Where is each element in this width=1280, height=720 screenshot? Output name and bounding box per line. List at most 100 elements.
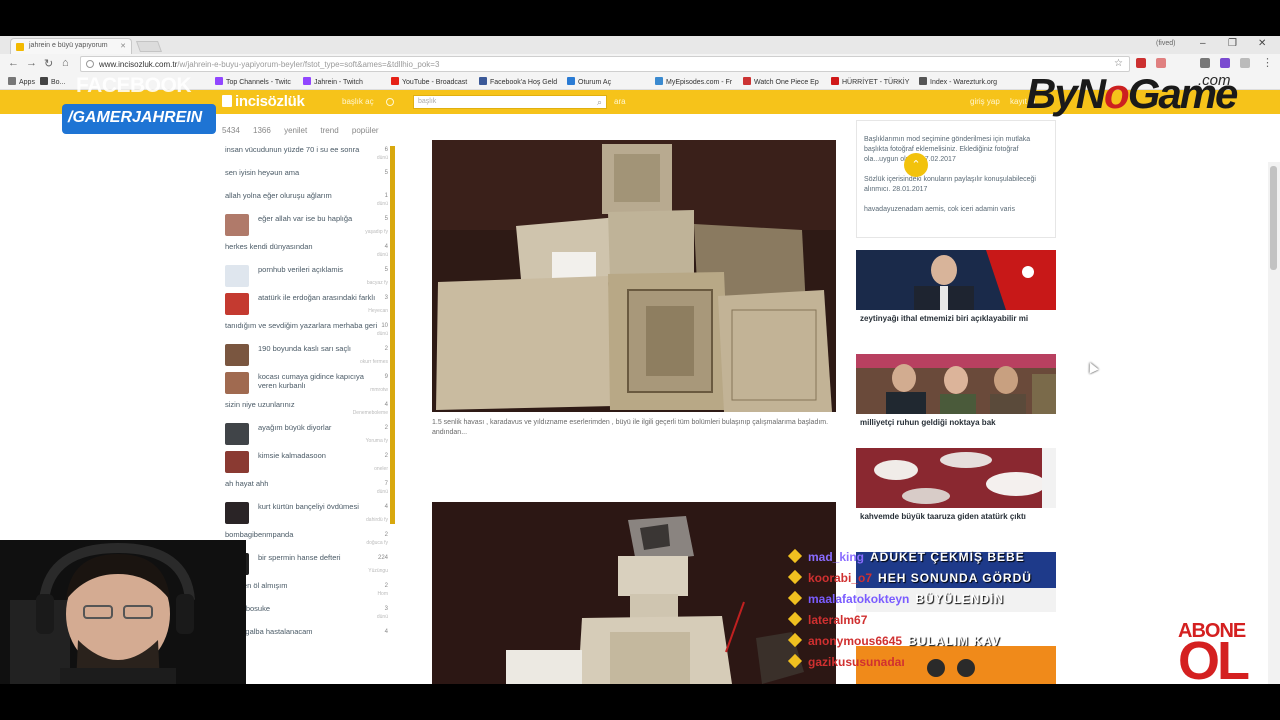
- search-icon[interactable]: ⌕: [597, 97, 602, 108]
- bookmark-item[interactable]: Top Channels - Twitc: [215, 77, 291, 86]
- topic-thumbnail: [225, 451, 249, 473]
- topic-list-item[interactable]: 190 boyunda kaslı sarı saçlı 2 okurr ferme…: [220, 341, 392, 369]
- card-title[interactable]: milliyetçi ruhun geldiği noktaya bak: [856, 414, 1056, 431]
- topic-title: kimsie kalmadasoon: [258, 451, 326, 460]
- topic-list-item[interactable]: sen iyisin heyəun ama 5: [220, 165, 392, 188]
- extension-icon[interactable]: [1156, 58, 1166, 68]
- topic-author: dünü: [376, 489, 388, 495]
- site-info-icon[interactable]: [86, 60, 94, 68]
- filter-refresh[interactable]: yenilet: [284, 126, 307, 135]
- url-input[interactable]: www.incisozluk.com.tr/w/jahrein-e-buyu-y…: [80, 56, 1130, 72]
- bookmark-item[interactable]: Apps: [8, 77, 35, 86]
- video-bottom-letterbox: [0, 684, 1280, 720]
- new-topic-link[interactable]: başlık aç: [342, 97, 374, 106]
- topic-list-item[interactable]: kocası cumaya gidince kapıcıya veren kur…: [220, 369, 392, 397]
- topic-list-item[interactable]: eğer allah var ise bu haplığa 5 yaşadıp fy: [220, 211, 392, 239]
- entry-photo-stone[interactable]: [432, 502, 836, 684]
- card-title[interactable]: kahvemde büyük taaruza giden atatürk çık…: [856, 508, 1056, 525]
- announcement-text: havadayuzenadam aemis, cok iceri adamin …: [864, 206, 1015, 213]
- bookmark-item[interactable]: YouTube - Broadcast: [391, 77, 467, 86]
- announcements-box: Başlıklarımın mod seçimine gönderilmesi …: [856, 120, 1056, 238]
- search-button[interactable]: ara: [614, 97, 626, 106]
- bookmark-star-icon[interactable]: ☆: [1114, 58, 1123, 69]
- settings-icon[interactable]: [386, 98, 394, 106]
- home-icon[interactable]: ⌂: [62, 57, 69, 69]
- topic-thumbnail: [225, 265, 249, 287]
- tab-strip: jahrein e büyü yapıyorum ✕ (fived) – ❐ ✕: [0, 36, 1280, 54]
- topic-author: dünü: [376, 614, 388, 620]
- featured-card[interactable]: zeytinyağı ithal etmemizi biri açıklayab…: [856, 250, 1056, 327]
- site-logo[interactable]: incisözlük: [222, 93, 305, 110]
- filter-trend[interactable]: trend: [320, 126, 338, 135]
- topic-author: Heyecan: [368, 308, 388, 314]
- favicon-icon: [16, 43, 24, 51]
- extension-icon[interactable]: [1220, 58, 1230, 68]
- topic-list-item[interactable]: ah hayat ahh 7 dünü: [220, 476, 392, 499]
- topic-entry-count: 4: [384, 629, 388, 635]
- bookmark-favicon-icon: [743, 77, 751, 85]
- extension-icon[interactable]: [1136, 58, 1146, 68]
- topic-entry-count: 3: [384, 295, 388, 301]
- page-scrollbar-thumb[interactable]: [1270, 166, 1277, 270]
- featured-card[interactable]: kahvemde büyük taaruza giden atatürk çık…: [856, 448, 1056, 525]
- extension-icon[interactable]: [1200, 58, 1210, 68]
- topic-list-item[interactable]: kimsie kalmadasoon 2 oneler: [220, 448, 392, 476]
- scroll-top-button[interactable]: ⌃: [904, 153, 928, 177]
- filter-today[interactable]: 5434: [222, 126, 240, 135]
- bookmark-item[interactable]: MyEpisodes.com - Fr: [655, 77, 732, 86]
- menu-icon[interactable]: ⋮: [1262, 56, 1273, 69]
- card-image: [856, 354, 1056, 414]
- mouse-cursor-icon: [1085, 360, 1099, 374]
- chat-username: mad_king: [808, 550, 865, 564]
- topic-list-item[interactable]: kurt kürtün bançeliyi övdümesi 4 dahirdü f…: [220, 499, 392, 527]
- profile-name[interactable]: (fived): [1156, 40, 1175, 47]
- bookmark-item[interactable]: Facebook'a Hoş Geld: [479, 77, 557, 86]
- close-window-icon[interactable]: ✕: [1258, 38, 1266, 49]
- bookmark-item[interactable]: Index - Warezturk.org: [919, 77, 997, 86]
- topic-list-item[interactable]: ayağım büyük diyorlar 2 Yoruma fy: [220, 420, 392, 448]
- topic-list-item[interactable]: allah yolna eğer oluruşu ağlarım 1 dünü: [220, 188, 392, 211]
- topic-author: Hom: [377, 591, 388, 597]
- featured-card[interactable]: milliyetçi ruhun geldiği noktaya bak: [856, 354, 1056, 431]
- bookmark-favicon-icon: [40, 77, 48, 85]
- back-icon[interactable]: ←: [8, 57, 19, 69]
- card-title[interactable]: zeytinyağı ithal etmemizi biri açıklayab…: [856, 310, 1056, 327]
- bookmark-item[interactable]: Watch One Piece Ep: [743, 77, 819, 86]
- video-top-letterbox: [0, 0, 1280, 36]
- bookmark-favicon-icon: [919, 77, 927, 85]
- topic-list-item[interactable]: pornhub verileri açıklamis 5 bacyaz fy: [220, 262, 392, 290]
- topic-title: bir spermin hanse defteri: [258, 553, 341, 562]
- topic-author: Yoruma fy: [365, 438, 388, 444]
- bookmark-item[interactable]: Jahrein - Twitch: [303, 77, 363, 86]
- chat-username: lateralm67: [808, 613, 868, 627]
- filter-popular[interactable]: popüler: [352, 126, 379, 135]
- login-link[interactable]: giriş yap: [970, 97, 1000, 106]
- browser-tab[interactable]: jahrein e büyü yapıyorum ✕: [10, 38, 132, 54]
- new-tab-button[interactable]: [135, 41, 163, 52]
- minimize-icon[interactable]: –: [1200, 38, 1206, 49]
- topic-title: pornhub verileri açıklamis: [258, 265, 344, 274]
- reload-icon[interactable]: ↻: [44, 57, 53, 70]
- topic-list-item[interactable]: sizin niye uzunlarınız 4 Denemeboleme: [220, 397, 392, 420]
- bookmark-item[interactable]: HÜRRİYET - TÜRKİY: [831, 77, 909, 86]
- topic-author: dünü: [376, 155, 388, 161]
- topic-list-item[interactable]: insan vücudunun yüzde 70 i su ee sonra 6 d…: [220, 142, 392, 165]
- topic-list-item[interactable]: tanıdığım ve sevdiğim yazarlara merhaba …: [220, 318, 392, 341]
- topic-list-item[interactable]: herkes kendi dünyasından 4 dünü: [220, 239, 392, 262]
- search-input[interactable]: başlık ⌕: [413, 95, 607, 109]
- sidebar-scrollbar[interactable]: [390, 146, 395, 524]
- topic-list-item[interactable]: atatürk ile erdoğan arasındaki farklı 3 He…: [220, 290, 392, 318]
- bookmark-item[interactable]: Oturum Aç: [567, 77, 611, 86]
- chat-message: koorabi_o7 HEH SONUNDA GÖRDÜ: [787, 569, 1100, 592]
- entry-photo-books[interactable]: [432, 140, 836, 412]
- topic-author: oneler: [374, 466, 388, 472]
- filter-yesterday[interactable]: 1366: [253, 126, 271, 135]
- close-tab-icon[interactable]: ✕: [120, 42, 126, 50]
- topic-author: bacyaz fy: [366, 280, 388, 286]
- forward-icon[interactable]: →: [26, 57, 37, 69]
- topic-entry-count: 4: [384, 504, 388, 510]
- extension-icon[interactable]: [1240, 58, 1250, 68]
- maximize-icon[interactable]: ❐: [1228, 38, 1237, 49]
- chat-username: gazikususunadaı: [808, 655, 905, 669]
- topic-author: dünü: [376, 252, 388, 258]
